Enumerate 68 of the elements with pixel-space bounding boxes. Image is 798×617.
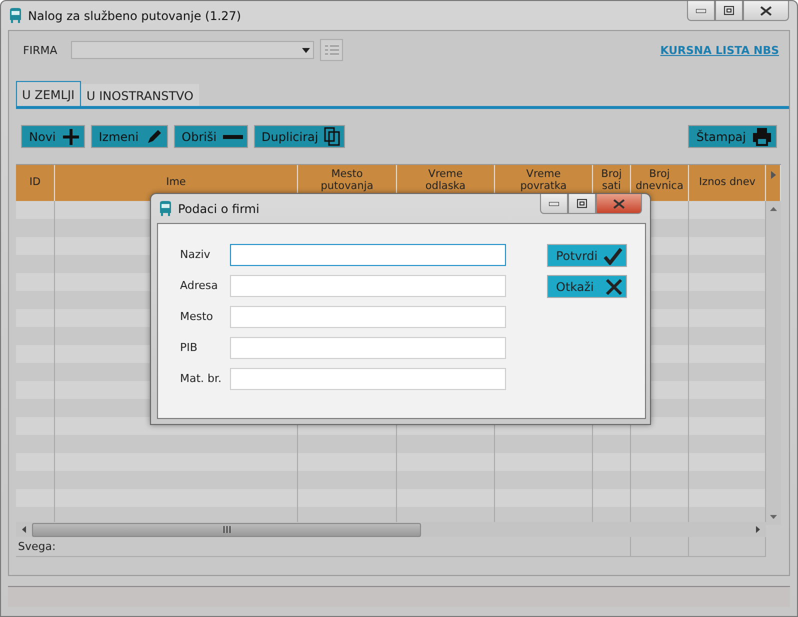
down-arrow-icon[interactable]: [770, 515, 777, 519]
maximize-icon: [577, 199, 587, 208]
input-field[interactable]: [230, 244, 506, 266]
table-cell: [16, 237, 55, 255]
up-arrow-icon[interactable]: [770, 207, 777, 211]
field-label: Adresa: [180, 278, 219, 294]
dropdown-arrow-icon: [302, 48, 310, 52]
toolbar-button[interactable]: Novi: [21, 125, 85, 148]
table-cell: [16, 201, 55, 219]
toolbar-button[interactable]: Obriši: [174, 125, 248, 148]
maximize-button[interactable]: [568, 194, 596, 214]
checkmark-icon: [603, 246, 623, 264]
dialog-button[interactable]: Potvrdi: [547, 244, 627, 267]
table-cell: [16, 453, 55, 471]
field-label: Naziv: [180, 247, 212, 263]
table-cell: [16, 345, 55, 363]
list-button[interactable]: [320, 39, 344, 61]
table-cell: [16, 309, 55, 327]
close-icon: [613, 198, 625, 208]
toolbar-button[interactable]: Dupliciraj: [254, 125, 346, 148]
right-arrow-icon[interactable]: [756, 526, 760, 533]
horizontal-scrollbar[interactable]: [16, 522, 766, 537]
close-button[interactable]: [743, 1, 789, 21]
input-field[interactable]: [230, 368, 506, 390]
bus-icon: [9, 8, 22, 23]
print-button[interactable]: Štampaj: [688, 125, 777, 148]
grip-icon: [222, 526, 230, 533]
tab[interactable]: U ZEMLJI: [16, 81, 81, 106]
close-button[interactable]: [596, 194, 642, 214]
table-cell: [593, 453, 631, 471]
dialog-title: Podaci o firmi: [178, 202, 260, 216]
input-field[interactable]: [230, 337, 506, 359]
bus-icon: [159, 201, 172, 216]
scrollbar-thumb[interactable]: [32, 522, 421, 536]
table-cell: [631, 453, 689, 471]
list-icon: [324, 44, 339, 56]
maximize-button[interactable]: [715, 1, 743, 21]
vertical-scrollbar[interactable]: [766, 201, 781, 525]
minimize-button[interactable]: [687, 1, 715, 21]
table-cell: [631, 489, 689, 507]
close-icon: [760, 6, 772, 16]
copy-icon: [324, 127, 340, 146]
window-title: Nalog za službeno putovanje (1.27): [28, 8, 242, 22]
dialog-button[interactable]: Otkaži: [547, 275, 627, 298]
right-arrow-icon: [770, 171, 776, 179]
minus-icon: [222, 134, 243, 140]
tab[interactable]: U INOSTRANSTVO: [80, 84, 200, 106]
table-cell: [16, 417, 55, 435]
firma-label: FIRMA: [23, 44, 58, 56]
table-cell: [16, 381, 55, 399]
table-cell: [593, 489, 631, 507]
minimize-icon: [696, 8, 706, 12]
plus-icon: [62, 128, 80, 146]
left-arrow-icon[interactable]: [22, 526, 26, 533]
field-label: Mesto: [180, 309, 214, 325]
printer-icon: [752, 128, 772, 146]
field-label: Mat. br.: [180, 371, 223, 387]
maximize-icon: [724, 6, 734, 15]
table-cell: [16, 489, 55, 507]
input-field[interactable]: [230, 275, 506, 297]
minimize-icon: [549, 202, 559, 206]
minimize-button[interactable]: [540, 194, 568, 214]
field-label: PIB: [180, 340, 198, 356]
table-cell: [16, 273, 55, 291]
total-label: Svega:: [16, 537, 631, 556]
close-icon: [605, 278, 623, 296]
input-field[interactable]: [230, 306, 506, 328]
toolbar-button[interactable]: Izmeni: [90, 125, 168, 148]
